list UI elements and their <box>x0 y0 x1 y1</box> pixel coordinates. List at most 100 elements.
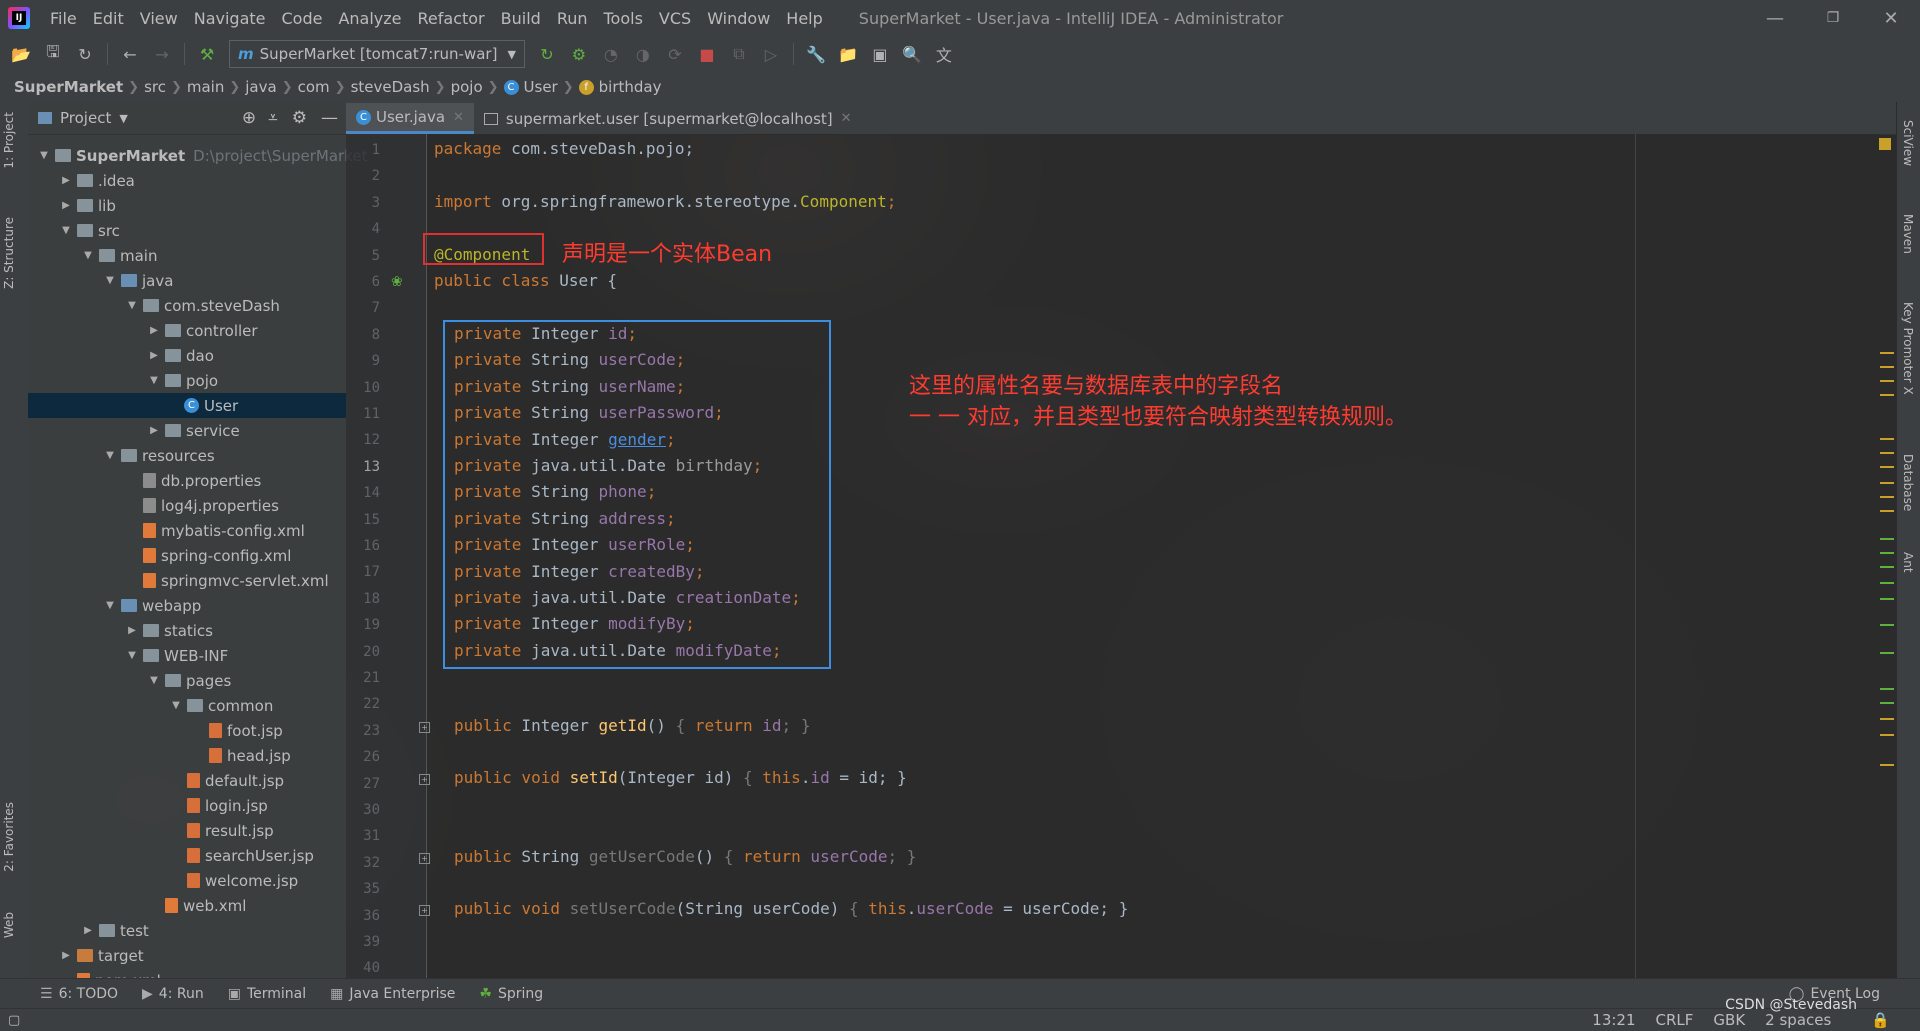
tree-item[interactable]: ▶ controller <box>28 318 257 343</box>
tool-tab-maven[interactable]: Maven <box>1901 214 1915 254</box>
collapse-all-icon[interactable]: ⩡ <box>268 108 278 128</box>
tree-item[interactable]: ▶ .idea <box>28 168 135 193</box>
expand-down-icon[interactable]: ▼ <box>58 225 74 236</box>
stripe-mark[interactable] <box>1880 366 1894 368</box>
tree-item[interactable]: ▼ java <box>28 268 173 293</box>
build-hammer-icon[interactable]: ⚒ <box>194 41 220 67</box>
sync-icon[interactable]: ↻ <box>72 41 98 67</box>
reload-icon[interactable]: ⟳ <box>662 41 688 67</box>
stripe-mark[interactable] <box>1880 352 1894 354</box>
file-encoding[interactable]: GBK <box>1713 1011 1745 1029</box>
breadcrumb-item[interactable]: main <box>182 78 229 96</box>
tool-tab-structure[interactable]: Z: Structure <box>2 217 16 289</box>
tree-item[interactable]: ▶ dao <box>28 343 214 368</box>
stop-icon[interactable]: ■ <box>694 41 720 67</box>
bean-gutter-icon[interactable]: ❀ <box>391 274 403 290</box>
tool-tab-favorites[interactable]: 2: Favorites <box>2 802 16 872</box>
tree-item[interactable]: C User <box>28 393 346 418</box>
expand-down-icon[interactable]: ▼ <box>102 600 118 611</box>
chevron-down-icon[interactable]: ▼ <box>119 112 127 125</box>
expand-right-icon[interactable]: ▶ <box>124 625 140 636</box>
back-icon[interactable]: ← <box>117 41 143 67</box>
tool-tab-ant[interactable]: Ant <box>1901 552 1915 573</box>
expand-down-icon[interactable]: ▼ <box>102 275 118 286</box>
breadcrumb-item[interactable]: com <box>293 78 335 96</box>
search-icon[interactable]: 🔍 <box>899 41 925 67</box>
java-enterprise-tab[interactable]: ▦ Java Enterprise <box>330 986 455 1002</box>
tree-item[interactable]: ▼ src <box>28 218 120 243</box>
lock-icon[interactable]: 🔒 <box>1871 1011 1890 1029</box>
expand-right-icon[interactable]: ▶ <box>146 425 162 436</box>
tree-item[interactable]: mybatis-config.xml <box>28 518 305 543</box>
tree-item[interactable]: result.jsp <box>28 818 274 843</box>
expand-down-icon[interactable]: ▼ <box>80 250 96 261</box>
breadcrumb-item[interactable]: java <box>240 78 281 96</box>
stripe-mark[interactable] <box>1880 496 1894 498</box>
tab-supermarket-user-table[interactable]: supermarket.user [supermarket@localhost]… <box>474 103 862 134</box>
menu-analyze[interactable]: Analyze <box>330 9 409 28</box>
warning-icon[interactable] <box>1879 138 1891 150</box>
tree-item[interactable]: welcome.jsp <box>28 868 298 893</box>
restore-icon[interactable]: ❐ <box>1804 0 1862 36</box>
tool-tab-key-promoter[interactable]: Key Promoter X <box>1901 302 1915 395</box>
expand-down-icon[interactable]: ▼ <box>146 375 162 386</box>
tree-item[interactable]: web.xml <box>28 893 246 918</box>
stripe-mark[interactable] <box>1880 764 1894 766</box>
close-tab-icon[interactable]: ✕ <box>453 110 464 125</box>
menu-run[interactable]: Run <box>549 9 596 28</box>
menu-file[interactable]: File <box>42 9 85 28</box>
layout-toggle-icon[interactable]: ▢ <box>8 1013 20 1028</box>
spring-tab[interactable]: ☘ Spring <box>479 986 543 1002</box>
tree-item[interactable]: ▼ webapp <box>28 593 201 618</box>
terminal-window-icon[interactable]: ▣ <box>867 41 893 67</box>
breadcrumb-item[interactable]: f birthday <box>574 78 667 96</box>
stripe-mark[interactable] <box>1880 566 1894 568</box>
fold-icon[interactable]: + <box>419 774 430 785</box>
expand-down-icon[interactable]: ▼ <box>124 650 140 661</box>
expand-right-icon[interactable]: ▶ <box>58 950 74 961</box>
expand-down-icon[interactable]: ▼ <box>36 150 52 161</box>
breadcrumb-item[interactable]: pojo <box>446 78 488 96</box>
expand-right-icon[interactable]: ▶ <box>146 350 162 361</box>
tree-item[interactable]: login.jsp <box>28 793 268 818</box>
menu-view[interactable]: View <box>132 9 186 28</box>
close-tab-icon[interactable]: ✕ <box>841 111 852 126</box>
minimize-icon[interactable]: — <box>1746 0 1804 36</box>
stripe-mark[interactable] <box>1880 482 1894 484</box>
tree-item[interactable]: spring-config.xml <box>28 543 291 568</box>
tree-item[interactable]: ▼ pages <box>28 668 231 693</box>
expand-right-icon[interactable]: ▶ <box>58 175 74 186</box>
tree-item[interactable]: ▼ com.steveDash <box>28 293 280 318</box>
menu-vcs[interactable]: VCS <box>651 9 699 28</box>
tree-item[interactable]: ▼ WEB-INF <box>28 643 228 668</box>
run-configuration-select[interactable]: m SuperMarket [tomcat7:run-war] ▼ <box>229 40 525 68</box>
expand-down-icon[interactable]: ▼ <box>146 675 162 686</box>
stripe-mark[interactable] <box>1880 510 1894 512</box>
breadcrumb-item[interactable]: C User <box>499 78 563 96</box>
stripe-mark[interactable] <box>1880 538 1894 540</box>
tree-item[interactable]: ▶ test <box>28 918 149 943</box>
tool-tab-database[interactable]: Database <box>1901 454 1915 511</box>
save-icon[interactable]: 🖫 <box>40 41 66 67</box>
tool-tab-project[interactable]: 1: Project <box>2 112 16 169</box>
expand-down-icon[interactable]: ▼ <box>124 300 140 311</box>
resume-icon[interactable]: ▷ <box>758 41 784 67</box>
indent-setting[interactable]: 2 spaces CSDN @Stevedash <box>1725 997 1857 1029</box>
run-tab[interactable]: ▶ 4: Run <box>142 986 204 1002</box>
tool-tab-web[interactable]: Web <box>2 912 16 938</box>
forward-icon[interactable]: → <box>149 41 175 67</box>
tree-item[interactable]: ▶ target <box>28 943 143 968</box>
expand-down-icon[interactable]: ▼ <box>168 700 184 711</box>
hide-icon[interactable]: — <box>321 108 338 128</box>
menu-window[interactable]: Window <box>699 9 778 28</box>
menu-code[interactable]: Code <box>274 9 331 28</box>
stripe-mark[interactable] <box>1880 394 1894 396</box>
menu-help[interactable]: Help <box>778 9 830 28</box>
stripe-mark[interactable] <box>1880 652 1894 654</box>
line-separator[interactable]: CRLF <box>1656 1011 1694 1029</box>
tree-item[interactable]: ▶ lib <box>28 193 116 218</box>
stripe-mark[interactable] <box>1880 624 1894 626</box>
menu-edit[interactable]: Edit <box>85 9 132 28</box>
close-icon[interactable]: ✕ <box>1862 0 1920 36</box>
terminal-tab[interactable]: ▣ Terminal <box>228 986 306 1002</box>
